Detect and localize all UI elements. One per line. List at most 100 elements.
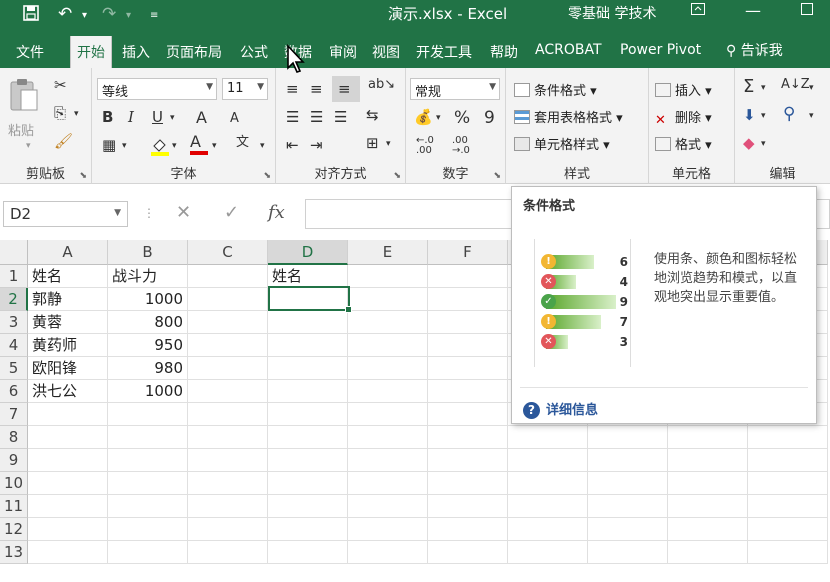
cell-d1[interactable]: 姓名 [268,265,348,288]
row-header-4[interactable]: 4 [0,334,28,357]
tab-developer[interactable]: 开发工具 [416,42,472,62]
cell-e12[interactable] [348,518,428,541]
cell-f7[interactable] [428,403,508,426]
cell-f4[interactable] [428,334,508,357]
cell-b4[interactable]: 950 [108,334,188,357]
row-header-8[interactable]: 8 [0,426,28,449]
phonetic-dropdown-icon[interactable]: ▾ [260,142,265,151]
increase-indent-icon[interactable]: ⇥ [310,138,323,153]
insert-cells-button[interactable]: 插入 ▾ [655,80,712,99]
cell-c1[interactable] [188,265,268,288]
maximize-icon[interactable] [800,1,814,20]
conditional-formatting-button[interactable]: 条件格式 ▾ [514,80,597,99]
cell-e10[interactable] [348,472,428,495]
cell-g12[interactable] [508,518,588,541]
cell-e11[interactable] [348,495,428,518]
row-header-10[interactable]: 10 [0,472,28,495]
copy-icon[interactable]: ⎘ [54,106,66,121]
cell-j8[interactable] [748,426,828,449]
borders-dropdown-icon[interactable]: ▾ [122,142,127,151]
percent-button[interactable]: % [454,110,470,127]
cell-c3[interactable] [188,311,268,334]
row-header-2[interactable]: 2 [0,288,28,311]
accounting-dropdown-icon[interactable]: ▾ [436,114,441,123]
paste-icon[interactable] [8,78,40,112]
clipboard-launcher-icon[interactable]: ⬊ [79,171,87,181]
cell-e3[interactable] [348,311,428,334]
fill-color-dropdown-icon[interactable]: ▾ [172,142,177,151]
tell-me-search[interactable]: ⚲ 告诉我 [726,40,783,60]
cell-a2[interactable]: 郭静 [28,288,108,311]
cell-e1[interactable] [348,265,428,288]
tab-help[interactable]: 帮助 [490,42,518,62]
align-left-icon[interactable]: ☰ [286,110,299,125]
phonetic-button[interactable]: 文 [236,136,249,149]
row-header-3[interactable]: 3 [0,311,28,334]
align-right-icon[interactable]: ☰ [334,110,347,125]
underline-dropdown-icon[interactable]: ▾ [170,114,175,123]
paste-button[interactable]: 粘贴 [8,120,34,139]
cell-f8[interactable] [428,426,508,449]
font-name-combo[interactable]: 等线 ▼ [97,78,217,100]
paste-dropdown-icon[interactable]: ▾ [26,142,31,151]
save-icon[interactable] [22,4,40,27]
cell-a13[interactable] [28,541,108,564]
orientation-icon[interactable]: ab↘ [368,78,395,91]
tab-home[interactable]: 开始 [70,36,112,68]
row-header-5[interactable]: 5 [0,357,28,380]
cell-b9[interactable] [108,449,188,472]
column-header-f[interactable]: F [428,240,508,265]
cell-c7[interactable] [188,403,268,426]
cell-f10[interactable] [428,472,508,495]
tab-insert[interactable]: 插入 [122,42,150,62]
cell-a5[interactable]: 欧阳锋 [28,357,108,380]
cell-g13[interactable] [508,541,588,564]
tab-page-layout[interactable]: 页面布局 [166,42,222,62]
font-color-dropdown-icon[interactable]: ▾ [212,142,217,151]
cell-j11[interactable] [748,495,828,518]
cell-h12[interactable] [588,518,668,541]
cell-e7[interactable] [348,403,428,426]
cell-e5[interactable] [348,357,428,380]
cell-d8[interactable] [268,426,348,449]
row-header-1[interactable]: 1 [0,265,28,288]
cell-f13[interactable] [428,541,508,564]
sort-filter-icon[interactable]: A↓Z [781,78,810,91]
user-name[interactable]: 零基础 学技术 [568,3,656,23]
autosum-dropdown-icon[interactable]: ▾ [761,84,766,93]
cell-f12[interactable] [428,518,508,541]
copy-dropdown-icon[interactable]: ▾ [74,110,79,119]
cell-f11[interactable] [428,495,508,518]
cell-b7[interactable] [108,403,188,426]
fill-icon[interactable]: ⬇ [743,108,756,123]
tab-acrobat[interactable]: ACROBAT [535,42,602,58]
cell-e8[interactable] [348,426,428,449]
cell-i11[interactable] [668,495,748,518]
bold-button[interactable]: B [102,110,113,125]
formula-bar-menu-icon[interactable]: ⋮ [143,206,155,220]
cell-b13[interactable] [108,541,188,564]
cell-g9[interactable] [508,449,588,472]
cell-b11[interactable] [108,495,188,518]
decrease-decimal-icon[interactable]: .00 →.0 [452,136,470,156]
format-painter-icon[interactable]: 🖌 [54,134,73,149]
cell-c10[interactable] [188,472,268,495]
delete-cells-button[interactable]: ✕ 删除 ▾ [655,107,712,128]
row-header-12[interactable]: 12 [0,518,28,541]
column-header-a[interactable]: A [28,240,108,265]
font-launcher-icon[interactable]: ⬊ [263,171,271,181]
merge-center-icon[interactable]: ⊞ [366,136,379,151]
number-launcher-icon[interactable]: ⬊ [493,171,501,181]
cell-c9[interactable] [188,449,268,472]
cell-f1[interactable] [428,265,508,288]
tab-review[interactable]: 审阅 [329,42,357,62]
cut-icon[interactable]: ✂ [54,78,67,93]
cell-d5[interactable] [268,357,348,380]
italic-button[interactable]: I [128,110,134,125]
cell-c4[interactable] [188,334,268,357]
row-header-9[interactable]: 9 [0,449,28,472]
cell-f9[interactable] [428,449,508,472]
column-header-d[interactable]: D [268,240,348,265]
row-header-13[interactable]: 13 [0,541,28,564]
cell-c5[interactable] [188,357,268,380]
